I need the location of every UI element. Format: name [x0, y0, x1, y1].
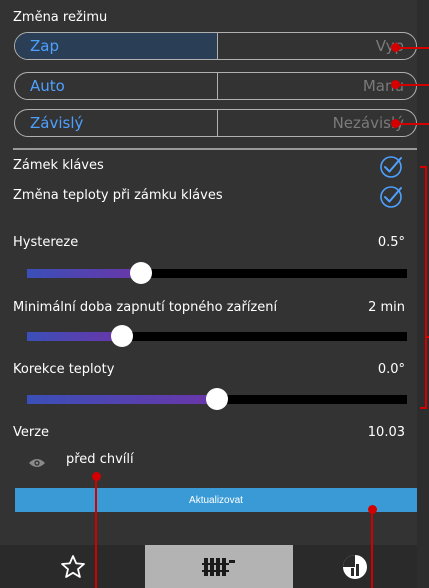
annotation-bracket-bottom — [420, 407, 427, 409]
nav-tab-statistics[interactable] — [293, 545, 417, 588]
toggle-option-vyp[interactable]: Vyp — [218, 33, 417, 59]
min-heating-time-slider-fill — [27, 332, 122, 341]
temp-change-lock-label: Změna teploty při zámku kláves — [13, 188, 223, 203]
section-divider — [13, 148, 417, 150]
temp-correction-slider[interactable] — [27, 388, 407, 410]
nav-tab-heating[interactable] — [145, 545, 293, 588]
toggle-option-zavisly[interactable]: Závislý — [15, 110, 218, 136]
annotation-bracket-tick — [425, 336, 429, 338]
refresh-button[interactable]: Aktualizovat — [15, 488, 417, 512]
version-label: Verze — [13, 425, 50, 440]
min-heating-time-label: Minimální doba zapnutí topného zařízení — [13, 300, 278, 315]
dependency-toggle[interactable]: Závislý Nezávislý — [14, 109, 417, 137]
version-value: 10.03 — [367, 425, 405, 440]
toggle-option-nezavisly[interactable]: Nezávislý — [218, 110, 417, 136]
temp-correction-slider-thumb[interactable] — [206, 388, 228, 410]
annotation-line — [396, 47, 429, 49]
annotation-bracket — [425, 166, 427, 409]
temp-correction-slider-fill — [27, 395, 217, 404]
toggle-option-zap[interactable]: Zap — [15, 33, 218, 59]
min-heating-time-value: 2 min — [368, 300, 405, 315]
temp-change-lock-checkbox-icon[interactable] — [379, 185, 403, 209]
toggle-option-manu[interactable]: Manu — [218, 73, 417, 99]
hysteresis-slider[interactable] — [27, 262, 407, 284]
power-toggle[interactable]: Zap Vyp — [14, 32, 417, 60]
temp-correction-value: 0.0° — [377, 362, 405, 377]
last-update-text: před chvílí — [66, 452, 134, 467]
nav-tab-favorites[interactable] — [0, 545, 145, 588]
stats-icon — [343, 554, 367, 579]
radiator-icon — [202, 557, 235, 576]
settings-panel: Změna režimu Zap Vyp Auto Manu Závislý N… — [0, 0, 417, 545]
min-heating-time-slider[interactable] — [27, 325, 407, 347]
hysteresis-value: 0.5° — [377, 235, 405, 250]
annotation-line — [371, 510, 373, 588]
mode-section-title: Změna režimu — [13, 10, 108, 25]
hysteresis-label: Hystereze — [13, 235, 79, 250]
key-lock-checkbox-icon[interactable] — [379, 155, 403, 179]
auto-manual-toggle[interactable]: Auto Manu — [14, 72, 417, 100]
eye-icon — [29, 459, 45, 467]
key-lock-label: Zámek kláves — [13, 158, 104, 173]
annotation-bracket-top — [420, 166, 427, 168]
temp-correction-label: Korekce teploty — [13, 362, 115, 377]
annotation-line — [396, 84, 429, 86]
hysteresis-slider-fill — [27, 269, 141, 278]
annotation-line — [396, 123, 429, 125]
annotation-line — [95, 477, 97, 588]
min-heating-time-slider-thumb[interactable] — [111, 325, 133, 347]
bottom-nav — [0, 545, 417, 588]
hysteresis-slider-thumb[interactable] — [130, 262, 152, 284]
star-icon — [60, 554, 85, 578]
toggle-option-auto[interactable]: Auto — [15, 73, 218, 99]
